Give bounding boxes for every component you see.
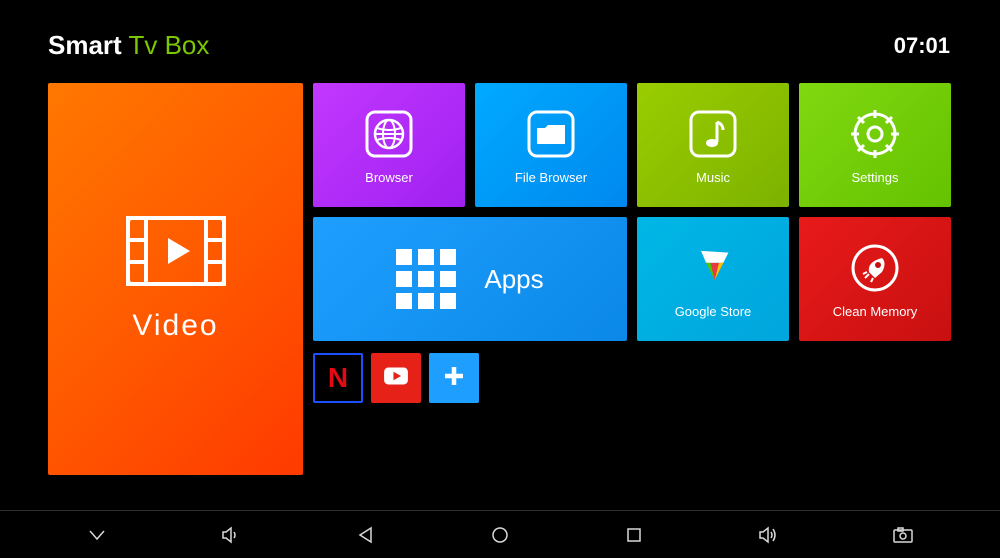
nav-dismiss-button[interactable] (85, 523, 109, 547)
play-store-icon (685, 240, 741, 296)
apps-grid-icon (396, 249, 456, 309)
folder-icon (523, 106, 579, 162)
nav-home-button[interactable] (488, 523, 512, 547)
nav-back-button[interactable] (354, 523, 378, 547)
plus-icon (439, 361, 469, 396)
browser-label: Browser (365, 170, 413, 185)
tile-row-2: Apps Google Store Clean Memory (313, 217, 951, 341)
apps-label: Apps (484, 264, 543, 295)
browser-tile[interactable]: Browser (313, 83, 465, 207)
film-icon (126, 216, 226, 291)
music-note-icon (685, 106, 741, 162)
google-store-label: Google Store (675, 304, 752, 319)
music-tile[interactable]: Music (637, 83, 789, 207)
video-label: Video (132, 309, 218, 343)
shortcut-row: N (313, 353, 951, 403)
logo-tv: Tv (128, 30, 157, 60)
header: Smart Tv Box 07:01 (0, 0, 1000, 71)
video-tile[interactable]: Video (48, 83, 303, 475)
volume-up-icon (757, 524, 781, 546)
nav-volume-down-button[interactable] (219, 523, 243, 547)
logo: Smart Tv Box (48, 30, 209, 61)
chevron-down-icon (87, 525, 107, 545)
music-label: Music (696, 170, 730, 185)
apps-tile[interactable]: Apps (313, 217, 627, 341)
google-store-tile[interactable]: Google Store (637, 217, 789, 341)
youtube-icon (379, 359, 413, 398)
circle-icon (490, 525, 510, 545)
volume-down-icon (220, 524, 242, 546)
clock: 07:01 (894, 33, 960, 59)
netflix-shortcut[interactable]: N (313, 353, 363, 403)
camera-icon (892, 526, 914, 544)
settings-label: Settings (852, 170, 899, 185)
rocket-icon (847, 240, 903, 296)
file-browser-tile[interactable]: File Browser (475, 83, 627, 207)
nav-bar (0, 510, 1000, 558)
netflix-icon: N (328, 362, 348, 394)
square-icon (625, 526, 643, 544)
gear-icon (847, 106, 903, 162)
nav-volume-up-button[interactable] (757, 523, 781, 547)
tile-row-1: Browser File Browser Music Settings (313, 83, 951, 207)
back-triangle-icon (356, 525, 376, 545)
right-column: Browser File Browser Music Settings (313, 83, 951, 475)
main-grid: Video Browser File Browser Music (0, 83, 1000, 475)
globe-icon (361, 106, 417, 162)
add-shortcut[interactable] (429, 353, 479, 403)
nav-recent-button[interactable] (622, 523, 646, 547)
clean-memory-label: Clean Memory (833, 304, 918, 319)
logo-box: Box (165, 30, 210, 60)
logo-smart: Smart (48, 30, 122, 60)
youtube-shortcut[interactable] (371, 353, 421, 403)
nav-screenshot-button[interactable] (891, 523, 915, 547)
settings-tile[interactable]: Settings (799, 83, 951, 207)
clean-memory-tile[interactable]: Clean Memory (799, 217, 951, 341)
file-browser-label: File Browser (515, 170, 587, 185)
